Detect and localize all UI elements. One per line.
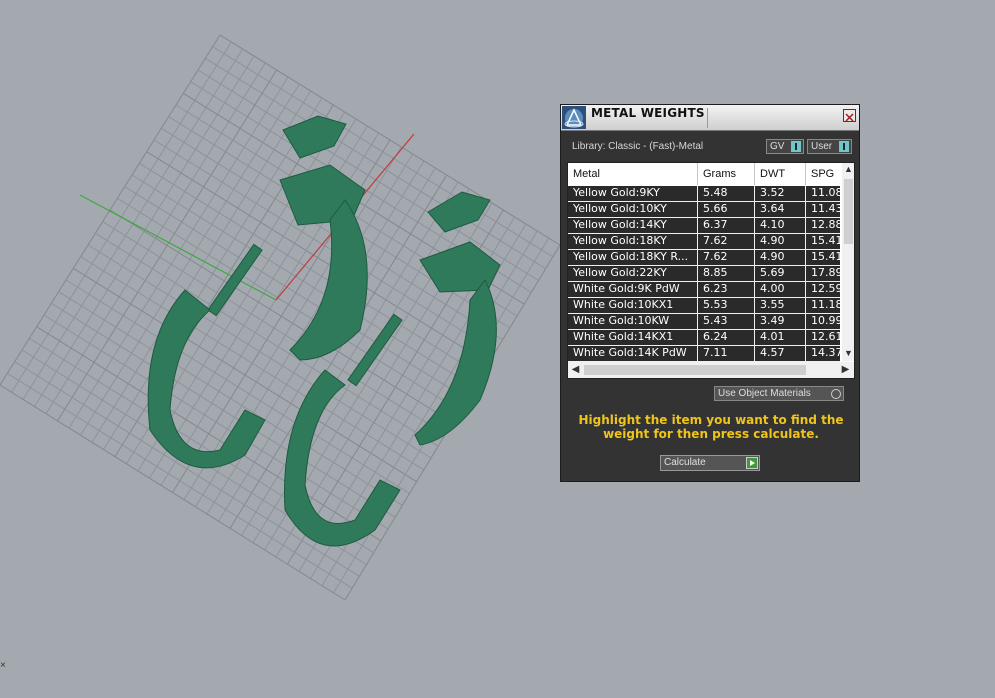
metal-weights-logo-icon — [562, 106, 586, 129]
scroll-left-icon[interactable]: ◀ — [569, 363, 582, 376]
toggle-knob-icon — [791, 141, 801, 152]
column-header-dwt[interactable]: DWT — [755, 163, 806, 185]
table-row[interactable]: Yellow Gold:22KY 8.85 5.69 17.89 — [568, 266, 843, 282]
gv-toggle-label: GV — [770, 141, 785, 152]
use-object-materials-toggle[interactable]: Use Object Materials — [714, 386, 844, 401]
cell-metal: White Gold:9K PdW — [568, 282, 698, 297]
scroll-right-icon[interactable]: ▶ — [839, 363, 852, 376]
table-row[interactable]: Yellow Gold:14KY 6.37 4.10 12.88 — [568, 218, 843, 234]
cell-grams: 7.62 — [698, 234, 755, 249]
table-row[interactable]: Yellow Gold:10KY 5.66 3.64 11.43 — [568, 202, 843, 218]
cell-dwt: 4.10 — [755, 218, 806, 233]
cell-grams: 7.11 — [698, 346, 755, 361]
cell-dwt: 4.90 — [755, 234, 806, 249]
calculate-label: Calculate — [664, 457, 706, 468]
table-row[interactable]: White Gold:10KX1 5.53 3.55 11.18 — [568, 298, 843, 314]
metal-weights-panel: METAL WEIGHTS Library: Classic - (Fast)-… — [560, 104, 860, 482]
cell-dwt: 3.55 — [755, 298, 806, 313]
cell-grams: 5.66 — [698, 202, 755, 217]
cell-metal: Yellow Gold:18KY — [568, 234, 698, 249]
axis-label-x: × — [0, 660, 6, 671]
vertical-scrollbar[interactable]: ▲ ▼ — [842, 163, 854, 361]
user-toggle-label: User — [811, 141, 833, 152]
table-row[interactable]: White Gold:9K PdW 6.23 4.00 12.59 — [568, 282, 843, 298]
cell-dwt: 4.57 — [755, 346, 806, 361]
cell-grams: 6.23 — [698, 282, 755, 297]
table-row[interactable]: Yellow Gold:18KY R... 7.62 4.90 15.41 — [568, 250, 843, 266]
calculate-button[interactable]: Calculate — [660, 455, 760, 471]
cell-dwt: 3.49 — [755, 314, 806, 329]
table-row[interactable]: White Gold:14KX1 6.24 4.01 12.61 — [568, 330, 843, 346]
cell-metal: Yellow Gold:18KY R... — [568, 250, 698, 265]
horizontal-scroll-thumb[interactable] — [584, 365, 806, 375]
horizontal-scrollbar[interactable]: ◀ ▶ — [568, 362, 854, 378]
cell-metal: White Gold:14KX1 — [568, 330, 698, 345]
cell-grams: 5.53 — [698, 298, 755, 313]
cell-metal: Yellow Gold:22KY — [568, 266, 698, 281]
gv-toggle[interactable]: GV — [766, 139, 804, 154]
cell-dwt: 4.01 — [755, 330, 806, 345]
cell-metal: Yellow Gold:9KY — [568, 186, 698, 201]
column-header-metal[interactable]: Metal — [568, 163, 698, 185]
cell-metal: Yellow Gold:14KY — [568, 218, 698, 233]
use-object-materials-label: Use Object Materials — [718, 388, 811, 399]
metal-table[interactable]: Metal Grams DWT SPG Yellow Gold:9KY 5.48 3… — [567, 162, 855, 379]
cell-dwt: 4.90 — [755, 250, 806, 265]
cell-metal: White Gold:10KW — [568, 314, 698, 329]
table-row[interactable]: Yellow Gold:18KY 7.62 4.90 15.41 — [568, 234, 843, 250]
cell-dwt: 5.69 — [755, 266, 806, 281]
close-icon[interactable] — [843, 109, 856, 122]
panel-title: METAL WEIGHTS — [591, 106, 705, 120]
scroll-down-icon[interactable]: ▼ — [842, 347, 854, 360]
cell-dwt: 4.00 — [755, 282, 806, 297]
cell-grams: 8.85 — [698, 266, 755, 281]
grid-line — [36, 326, 382, 542]
cell-metal: White Gold:10KX1 — [568, 298, 698, 313]
cell-grams: 5.43 — [698, 314, 755, 329]
user-toggle[interactable]: User — [807, 139, 852, 154]
vertical-scroll-thumb[interactable] — [844, 179, 853, 244]
instruction-text: Highlight the item you want to find the … — [578, 413, 844, 441]
column-header-spg[interactable]: SPG — [806, 163, 843, 185]
title-separator — [707, 108, 708, 128]
table-row[interactable]: Yellow Gold:9KY 5.48 3.52 11.08 — [568, 186, 843, 202]
cell-metal: Yellow Gold:10KY — [568, 202, 698, 217]
column-header-grams[interactable]: Grams — [698, 163, 755, 185]
table-header: Metal Grams DWT SPG — [568, 163, 854, 185]
cell-grams: 5.48 — [698, 186, 755, 201]
cell-grams: 7.62 — [698, 250, 755, 265]
panel-titlebar[interactable]: METAL WEIGHTS — [561, 105, 859, 131]
scroll-up-icon[interactable]: ▲ — [842, 163, 854, 176]
cell-dwt: 3.52 — [755, 186, 806, 201]
table-row[interactable]: White Gold:10KW 5.43 3.49 10.99 — [568, 314, 843, 330]
radio-circle-icon — [831, 389, 841, 399]
cell-grams: 6.37 — [698, 218, 755, 233]
play-icon — [746, 457, 758, 469]
table-row[interactable]: White Gold:14K PdW 7.11 4.57 14.37 — [568, 346, 843, 362]
toggle-knob-icon — [839, 141, 849, 152]
cell-dwt: 3.64 — [755, 202, 806, 217]
cell-grams: 6.24 — [698, 330, 755, 345]
cell-metal: White Gold:14K PdW — [568, 346, 698, 361]
library-label: Library: Classic - (Fast)-Metal — [572, 141, 704, 152]
